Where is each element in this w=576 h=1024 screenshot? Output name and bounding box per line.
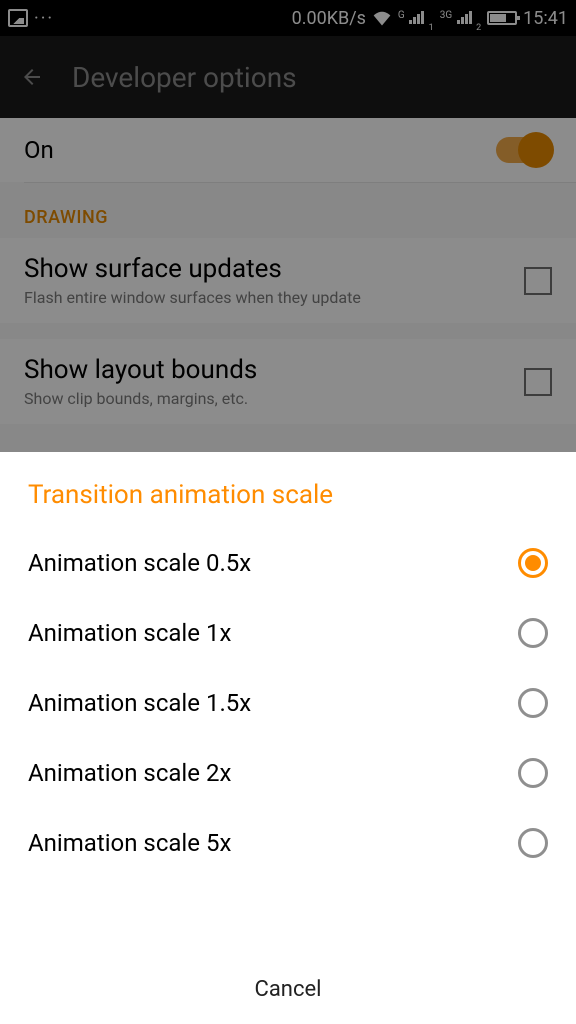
option-label: Animation scale 0.5x: [28, 549, 518, 577]
option-label: Animation scale 2x: [28, 759, 518, 787]
option-label: Animation scale 1.5x: [28, 689, 518, 717]
option-1-5x[interactable]: Animation scale 1.5x: [0, 668, 576, 738]
radio-icon[interactable]: [518, 828, 548, 858]
dialog-title: Transition animation scale: [0, 452, 576, 528]
option-label: Animation scale 1x: [28, 619, 518, 647]
option-0-5x[interactable]: Animation scale 0.5x: [0, 528, 576, 598]
option-label: Animation scale 5x: [28, 829, 518, 857]
option-5x[interactable]: Animation scale 5x: [0, 808, 576, 878]
radio-icon[interactable]: [518, 618, 548, 648]
cancel-button[interactable]: Cancel: [0, 955, 576, 1024]
option-1x[interactable]: Animation scale 1x: [0, 598, 576, 668]
option-2x[interactable]: Animation scale 2x: [0, 738, 576, 808]
animation-scale-dialog: Transition animation scale Animation sca…: [0, 452, 576, 1024]
radio-icon[interactable]: [518, 548, 548, 578]
option-list: Animation scale 0.5x Animation scale 1x …: [0, 528, 576, 955]
radio-icon[interactable]: [518, 758, 548, 788]
radio-icon[interactable]: [518, 688, 548, 718]
